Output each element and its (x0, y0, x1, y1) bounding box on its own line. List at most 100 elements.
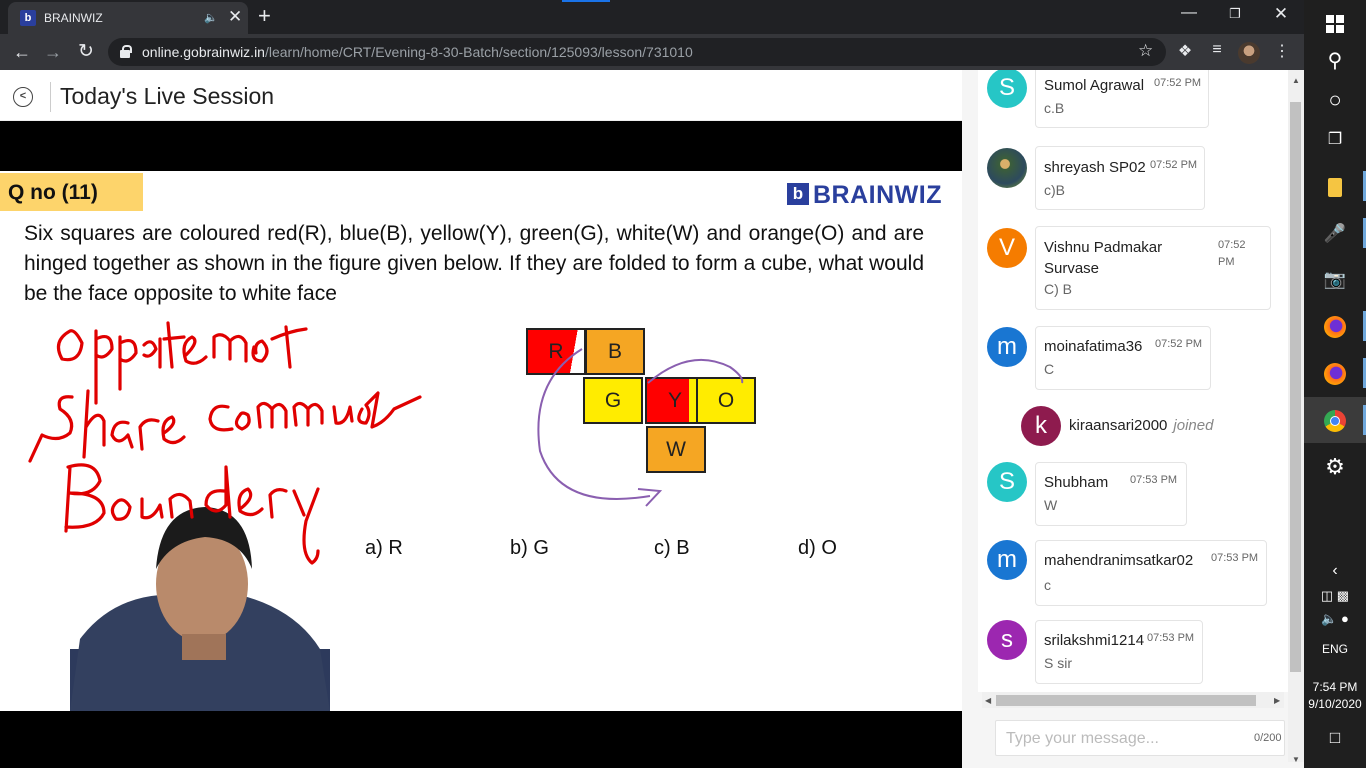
message-time: 07:53 PM (1211, 552, 1259, 564)
firefox-logo-icon (1324, 316, 1346, 339)
recorder-app-icon[interactable]: 🎤 (1304, 210, 1366, 256)
firefox-logo-icon (1324, 363, 1346, 386)
message-text: c (1044, 577, 1051, 593)
kebab-menu-icon[interactable]: ⋮ (1270, 41, 1294, 61)
chat-message: s srilakshmi1214 07:53 PM S sir (987, 620, 1227, 684)
firefox-icon[interactable] (1304, 303, 1366, 349)
message-time: 07:52 PM (1155, 338, 1203, 350)
message-bubble: shreyash SP02 07:52 PM c)B (1035, 146, 1205, 210)
tab-strip-indicator (562, 0, 610, 2)
message-text: c)B (1044, 182, 1065, 198)
reload-icon[interactable]: ↻ (73, 40, 99, 64)
settings-gear-icon[interactable]: ⚙ (1304, 444, 1366, 490)
message-bubble: srilakshmi1214 07:53 PM S sir (1035, 620, 1203, 684)
user-avatar: S (987, 70, 1027, 108)
message-author: moinafatima36 (1044, 338, 1143, 355)
video-player[interactable]: Q no (11) b BRAINWIZ Six squares are col… (0, 121, 962, 768)
message-time: 07:53 PM (1130, 474, 1178, 486)
scroll-right-icon[interactable]: ▶ (1274, 696, 1280, 705)
back-arrow-icon[interactable]: ← (9, 40, 35, 64)
message-time: 07:52 PM (1150, 159, 1198, 171)
scroll-left-icon[interactable]: ◀ (985, 696, 991, 705)
user-avatar: V (987, 228, 1027, 268)
join-event: k kiraansari2000 joined (1021, 406, 1281, 446)
chrome-logo-icon (1324, 410, 1346, 433)
message-text: c.B (1044, 100, 1065, 116)
media-control-icon[interactable]: ≡ (1205, 41, 1229, 59)
option-c: c) B (654, 537, 690, 559)
chat-message-list[interactable]: S Sumol Agrawal 07:52 PM c.B shreyash SP… (978, 70, 1290, 692)
close-tab-icon[interactable]: ✕ (228, 7, 242, 27)
user-avatar: k (1021, 406, 1061, 446)
notifications-icon[interactable]: □ (1304, 715, 1366, 761)
presenter-webcam (70, 507, 330, 711)
option-b: b) G (510, 537, 549, 559)
char-counter: 0/200 (1254, 732, 1282, 744)
chat-message: V Vishnu Padmakar Survase 07:52 PM C) B (987, 226, 1277, 312)
address-bar[interactable]: online.gobrainwiz.in/learn/home/CRT/Even… (108, 38, 1166, 66)
windows-taskbar: ⚲ ○ ❐ 🎤 📷 ⚙ ‹ ◫ ▩ 🔈 ● ENG 7:54 PM 9/10/2… (1304, 0, 1366, 768)
chat-message-box[interactable]: 0/200 (995, 720, 1285, 756)
chrome-taskbar-icon[interactable] (1304, 397, 1366, 443)
page-header: < Today's Live Session (0, 70, 962, 121)
restore-button[interactable]: ❐ (1212, 6, 1258, 22)
header-divider (50, 82, 51, 112)
close-window-button[interactable]: ✕ (1258, 4, 1304, 24)
message-bubble: Shubham 07:53 PM W (1035, 462, 1187, 526)
joined-label: joined (1173, 417, 1214, 434)
tab-brainwiz[interactable]: b BRAINWIZ 🔈 ✕ (8, 2, 248, 34)
message-author: shreyash SP02 (1044, 159, 1146, 176)
net-cell-r: R (526, 328, 586, 375)
browser-tab-strip: b BRAINWIZ 🔈 ✕ + — ❐ ✕ (0, 0, 1304, 34)
scroll-up-icon[interactable]: ▲ (1292, 76, 1300, 85)
language-indicator[interactable]: ENG (1304, 642, 1366, 656)
joined-user-name: kiraansari2000 (1069, 417, 1168, 434)
scroll-down-icon[interactable]: ▼ (1292, 755, 1300, 764)
user-avatar: m (987, 540, 1027, 580)
url-text[interactable]: online.gobrainwiz.in/learn/home/CRT/Even… (142, 44, 693, 60)
clock-date[interactable]: 9/10/2020 (1304, 697, 1366, 711)
profile-avatar[interactable] (1238, 42, 1260, 64)
net-cell-o: O (696, 377, 756, 424)
message-bubble: Sumol Agrawal 07:52 PM c.B (1035, 70, 1209, 128)
message-author: Vishnu Padmakar Survase (1044, 239, 1163, 277)
extensions-puzzle-icon[interactable]: ❖ (1173, 41, 1197, 61)
chat-message: m mahendranimsatkar02 07:53 PM c (987, 540, 1287, 606)
message-author: Shubham (1044, 474, 1109, 491)
message-bubble: mahendranimsatkar02 07:53 PM c (1035, 540, 1267, 606)
chat-horizontal-scrollbar[interactable]: ◀ ▶ (982, 692, 1284, 708)
message-bubble: Vishnu Padmakar Survase 07:52 PM C) B (1035, 226, 1271, 310)
net-cell-g: G (583, 377, 643, 424)
brainwiz-logo-text: BRAINWIZ (813, 181, 942, 209)
chat-message: S Shubham 07:53 PM W (987, 462, 1207, 526)
bookmark-star-icon[interactable]: ☆ (1138, 41, 1153, 61)
message-time: 07:53 PM (1147, 632, 1195, 644)
chat-message-input[interactable] (1006, 727, 1236, 751)
message-text: C) B (1044, 281, 1072, 297)
page-title: Today's Live Session (60, 83, 275, 109)
back-circle-icon[interactable]: < (13, 87, 33, 107)
user-avatar: S (987, 462, 1027, 502)
chat-scroll-thumb[interactable] (1290, 102, 1301, 672)
forward-arrow-icon[interactable]: → (40, 40, 66, 64)
lock-icon[interactable] (120, 45, 132, 58)
minimize-button[interactable]: — (1166, 4, 1212, 22)
net-cell-w: W (646, 426, 706, 473)
chat-panel: S Sumol Agrawal 07:52 PM c.B shreyash SP… (962, 70, 1304, 768)
message-text: W (1044, 497, 1058, 513)
clock-time[interactable]: 7:54 PM (1304, 680, 1366, 694)
option-a: a) R (365, 537, 403, 559)
firefox-icon-2[interactable] (1304, 350, 1366, 396)
file-explorer-icon[interactable] (1304, 163, 1366, 209)
speaker-icon[interactable]: 🔈 (204, 11, 218, 24)
camera-app-icon[interactable]: 📷 (1304, 256, 1366, 302)
user-photo-avatar (987, 148, 1027, 188)
slide: Q no (11) b BRAINWIZ Six squares are col… (0, 171, 962, 711)
question-number-badge: Q no (11) (0, 173, 143, 211)
brainwiz-favicon-icon: b (20, 10, 36, 26)
chat-horizontal-thumb[interactable] (996, 695, 1256, 706)
message-bubble: moinafatima36 07:52 PM C (1035, 326, 1211, 390)
volume-icon[interactable]: 🔈 ● (1304, 596, 1366, 642)
new-tab-button[interactable]: + (258, 3, 271, 29)
task-view-icon[interactable]: ❐ (1304, 117, 1366, 163)
